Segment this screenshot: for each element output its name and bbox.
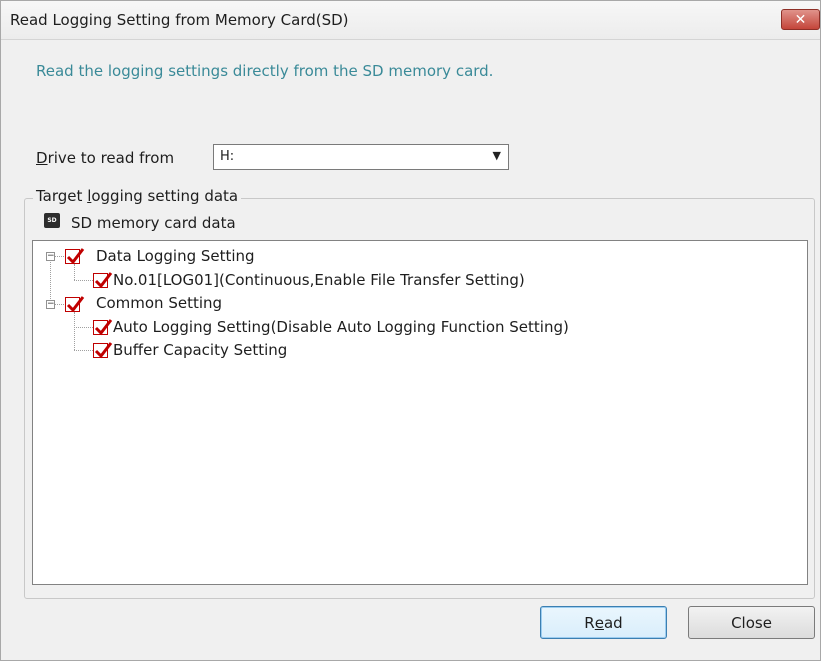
- settings-tree[interactable]: − Data Logging Setting No.01[LOG01](Cont…: [32, 240, 808, 585]
- close-button[interactable]: Close: [688, 606, 815, 639]
- tree-connector: [74, 350, 93, 351]
- drive-label-rest: rive to read from: [47, 149, 175, 167]
- checkbox-log01[interactable]: [93, 272, 113, 289]
- tree-connector: [74, 280, 93, 281]
- tree-node-label[interactable]: Data Logging Setting: [96, 247, 255, 265]
- title-bar[interactable]: Read Logging Setting from Memory Card(SD…: [1, 1, 820, 40]
- sd-card-icon: SD: [44, 213, 60, 228]
- tree-node-label[interactable]: Common Setting: [96, 294, 222, 312]
- read-button[interactable]: Re ad: [540, 606, 667, 639]
- tree-connector: [54, 304, 64, 305]
- dialog-window: Read Logging Setting from Memory Card(SD…: [0, 0, 821, 661]
- chevron-down-icon[interactable]: ▼: [493, 149, 501, 162]
- drive-select[interactable]: H: ▼: [213, 144, 509, 170]
- tree-connector: [74, 327, 93, 328]
- tree-node-label[interactable]: Auto Logging Setting(Disable Auto Loggin…: [113, 318, 569, 336]
- checkbox-common-setting[interactable]: [65, 296, 85, 313]
- collapse-icon[interactable]: −: [46, 252, 55, 261]
- close-icon[interactable]: ✕: [781, 9, 820, 30]
- target-group-legend: Target logging setting data: [33, 187, 242, 205]
- checkbox-data-logging[interactable]: [65, 248, 85, 265]
- checkbox-buffer-capacity[interactable]: [93, 342, 113, 359]
- tree-connector: [54, 256, 64, 257]
- checkbox-auto-logging[interactable]: [93, 319, 113, 336]
- drive-label: Drive to read from: [36, 149, 174, 167]
- drive-select-value: H:: [220, 149, 235, 164]
- tree-node-label[interactable]: No.01[LOG01](Continuous,Enable File Tran…: [113, 271, 525, 289]
- description-text: Read the logging settings directly from …: [36, 62, 494, 80]
- sd-card-label: SD memory card data: [71, 214, 236, 232]
- tree-connector: [74, 312, 75, 350]
- tree-node-label[interactable]: Buffer Capacity Setting: [113, 341, 287, 359]
- drive-label-accel: D: [36, 149, 48, 167]
- collapse-icon[interactable]: −: [46, 300, 55, 309]
- dialog-title: Read Logging Setting from Memory Card(SD…: [10, 11, 349, 29]
